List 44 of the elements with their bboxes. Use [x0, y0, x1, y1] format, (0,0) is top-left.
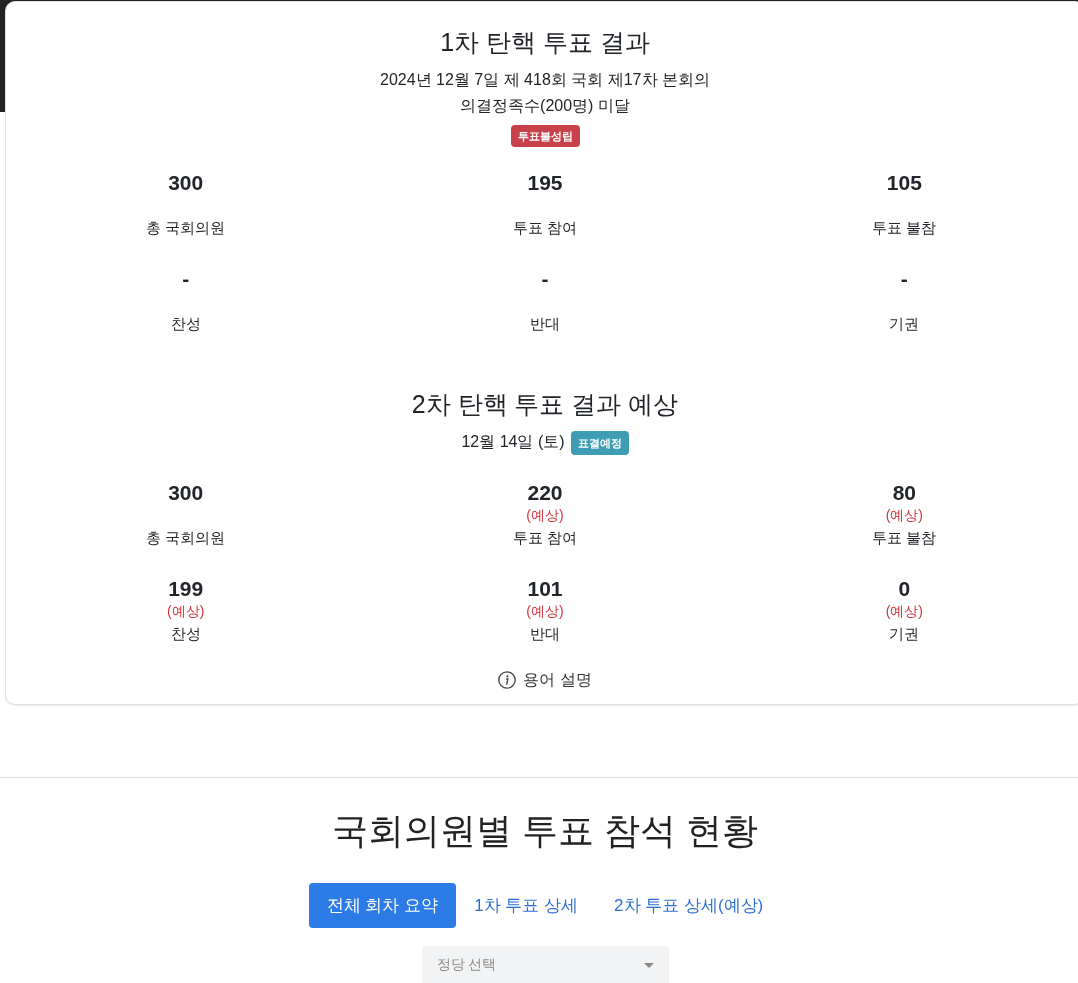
stat-caption: 반대 [530, 624, 560, 644]
subtitle-text: 2024년 12월 7일 제 418회 국회 제17차 본회의 [380, 71, 710, 88]
stat-caption: 투표 참여 [512, 218, 578, 238]
status-badge: 투표불성립 [510, 125, 580, 147]
stat-value: - [541, 267, 549, 291]
subtitle-text: 의결정족수(200명) 미달 [460, 97, 630, 114]
info-icon [498, 671, 517, 689]
stat-caption: 투표 불참 [872, 218, 937, 238]
stat-caption: 총 국회의원 [146, 218, 226, 238]
status-badge: 표결예정 [570, 430, 629, 455]
caret-icon [643, 962, 654, 968]
view-tab[interactable]: 1차 투표 상세 [456, 883, 597, 928]
section-heading: 국회의원별 투표 참석 현황 [331, 809, 759, 853]
stat-value: 80 [892, 481, 916, 505]
stat-value: 300 [168, 481, 204, 505]
stat-caption: 투표 참여 [512, 528, 578, 548]
stat-value: 199 [168, 577, 204, 601]
section-title: 1차 탄핵 투표 결과 [439, 27, 651, 58]
stat-caption: 기권 [889, 624, 920, 644]
stat-value: 0 [898, 577, 911, 601]
stat-caption: 기권 [889, 314, 920, 334]
stat-caption: 총 국회의원 [146, 528, 226, 548]
projected-note: (예상) [526, 602, 564, 621]
projected-note: (예상) [526, 506, 564, 525]
projected-note: (예상) [167, 602, 205, 621]
stat-value: 105 [886, 171, 922, 195]
stat-caption: 찬성 [170, 314, 201, 334]
view-tab[interactable]: 2차 투표 상세(예상) [596, 883, 782, 928]
stat-caption: 찬성 [170, 624, 201, 644]
subtitle-text: 12월 14일 (토) [461, 433, 565, 450]
stat-caption: 반대 [530, 314, 560, 334]
view-tab[interactable]: 전체 회차 요약 [308, 883, 457, 928]
party-select-dropdown[interactable]: 정당 선택 [421, 946, 669, 983]
stat-value: 101 [527, 577, 563, 601]
stat-value: 220 [527, 481, 563, 505]
stat-value: 195 [527, 171, 563, 195]
section-title: 2차 탄핵 투표 결과 예상 [410, 389, 680, 420]
stat-caption: 투표 불참 [872, 528, 937, 548]
stat-value: - [900, 267, 908, 291]
projected-note: (예상) [885, 602, 923, 621]
projected-note: (예상) [885, 506, 923, 525]
stat-value: 300 [168, 171, 204, 195]
glossary-link[interactable]: 용어 설명 [498, 667, 592, 693]
stat-value: - [182, 267, 190, 291]
